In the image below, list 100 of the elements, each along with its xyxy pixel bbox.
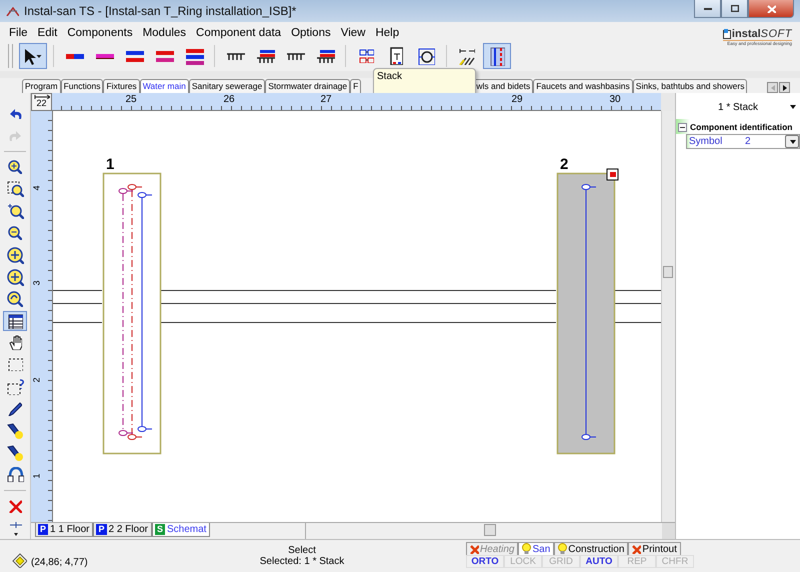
arrow-pointer-icon <box>24 48 36 64</box>
vertical-scrollbar[interactable] <box>661 111 675 522</box>
dropdown-button[interactable] <box>785 135 799 148</box>
tab[interactable]: Sinks, bathtubs and showers <box>632 79 748 93</box>
mode-toggle[interactable]: AUTO <box>580 555 618 568</box>
tab[interactable]: Sanitary sewerage <box>188 79 266 93</box>
scroll-thumb[interactable] <box>484 524 496 536</box>
zoom-all-icon <box>6 246 24 264</box>
grip-handle-icon[interactable] <box>606 168 618 180</box>
ruler-scale-label: 22 <box>36 99 46 108</box>
right-arrow-icon <box>782 84 787 91</box>
pipe-run-drawing <box>53 290 102 323</box>
menu-item[interactable]: File <box>4 26 33 38</box>
pipe-run-drawing <box>614 290 661 323</box>
minimize-button[interactable] <box>694 0 721 18</box>
status-mode: Select <box>288 545 316 556</box>
layer-tab[interactable]: San <box>518 542 554 555</box>
ruler-label: 27 <box>320 94 332 105</box>
fixture-icon <box>256 49 274 63</box>
arrow-icon <box>34 94 50 99</box>
table-icon <box>8 314 22 328</box>
tool-button[interactable] <box>19 43 47 69</box>
section-arrows-icon <box>459 48 475 64</box>
minus-icon <box>678 122 687 132</box>
close-icon <box>766 4 776 12</box>
cross-icon <box>470 544 479 554</box>
menu-item[interactable]: Components <box>62 26 138 38</box>
maximize-button[interactable] <box>721 0 748 18</box>
tab[interactable]: Water main <box>140 79 189 93</box>
cross-icon <box>632 544 642 554</box>
stack-drawing[interactable] <box>102 172 162 454</box>
sheet-type-badge: P <box>38 524 48 535</box>
panel-title: 1 * Stack <box>718 102 758 112</box>
layer-tab[interactable]: Construction <box>554 542 628 555</box>
cursor-coordinates: (24,86; 4,77) <box>31 557 88 568</box>
minimize-icon <box>703 7 712 10</box>
riser-drawing[interactable] <box>118 188 134 436</box>
maximize-icon <box>730 5 738 12</box>
sheet-label: Schemat <box>166 524 206 535</box>
tool-button[interactable] <box>483 43 511 69</box>
scroll-right-button[interactable] <box>779 82 790 93</box>
hand-icon <box>8 335 22 350</box>
light-bulb-icon <box>558 543 568 555</box>
fixture-icon <box>226 52 244 60</box>
menu-item[interactable]: View <box>336 26 370 38</box>
menu-item[interactable]: Help <box>370 26 404 38</box>
ruler-label: 3 <box>32 280 42 286</box>
sheet-label: 2 2 Floor <box>108 524 148 535</box>
collapse-toggle[interactable] <box>678 122 687 132</box>
property-value-field[interactable]: 2 <box>745 135 799 148</box>
zoom-window-icon <box>6 181 24 198</box>
menu-item[interactable]: Component data <box>191 26 286 38</box>
sheet-type-badge: P <box>96 524 106 535</box>
riser-drawing[interactable] <box>582 184 596 440</box>
layer-tab[interactable]: Printout <box>628 542 681 555</box>
tool-button[interactable] <box>3 310 27 332</box>
mode-toggle[interactable]: ORTO <box>466 555 504 568</box>
sheet-tab[interactable]: S Schemat <box>152 523 210 537</box>
zoom-in-icon <box>8 160 22 174</box>
logo-wordmark: instalSOFT <box>732 28 792 40</box>
caret-icon <box>788 139 796 144</box>
zoom-all-icon <box>6 268 24 286</box>
scroll-thumb[interactable] <box>663 266 673 278</box>
menu-item[interactable]: Edit <box>32 26 62 38</box>
tab[interactable]: Faucets and washbasins <box>533 79 633 93</box>
dropdown-arrow-icon <box>8 521 22 536</box>
fixture-icon <box>286 52 304 60</box>
menu-item[interactable]: Modules <box>138 26 192 38</box>
tab[interactable]: Fixtures <box>103 79 140 93</box>
section-title: Component identification <box>690 122 792 132</box>
undo-arrow-icon <box>8 108 22 119</box>
resize-grip <box>662 523 675 539</box>
fixture-icon <box>316 49 334 63</box>
ruler-label: 2 <box>32 378 42 382</box>
tab[interactable]: F <box>350 79 362 93</box>
pipes-icon <box>124 50 144 62</box>
dropdown-button[interactable] <box>788 102 797 110</box>
headphones-icon <box>6 467 24 482</box>
tab[interactable]: Stormwater drainage <box>265 79 350 93</box>
pipes-icon <box>184 48 204 64</box>
ruler-label: 29 <box>511 94 523 105</box>
zoom-previous-icon <box>7 291 23 308</box>
riser-drawing[interactable] <box>138 192 152 432</box>
logo-icon <box>722 28 731 39</box>
flashlight-icon <box>7 422 23 439</box>
redo-arrow-icon <box>8 130 22 141</box>
sheet-tab[interactable]: P 1 1 Floor <box>35 523 94 537</box>
tab[interactable]: Program <box>22 79 61 93</box>
zoom-out-icon <box>8 226 22 240</box>
tab[interactable]: Functions <box>60 79 104 93</box>
close-button[interactable] <box>748 0 794 18</box>
riser-drawing[interactable] <box>128 184 142 440</box>
menu-item[interactable]: Options <box>286 26 336 38</box>
tab[interactable]: wls and bidets <box>473 79 534 93</box>
light-bulb-icon <box>522 543 532 555</box>
caret-icon <box>789 104 796 108</box>
flashlight-icon <box>7 444 23 461</box>
diamond-icon <box>12 553 27 568</box>
sheet-tab[interactable]: P 2 2 Floor <box>93 523 152 537</box>
ruler-corner[interactable]: 22 <box>31 93 52 111</box>
